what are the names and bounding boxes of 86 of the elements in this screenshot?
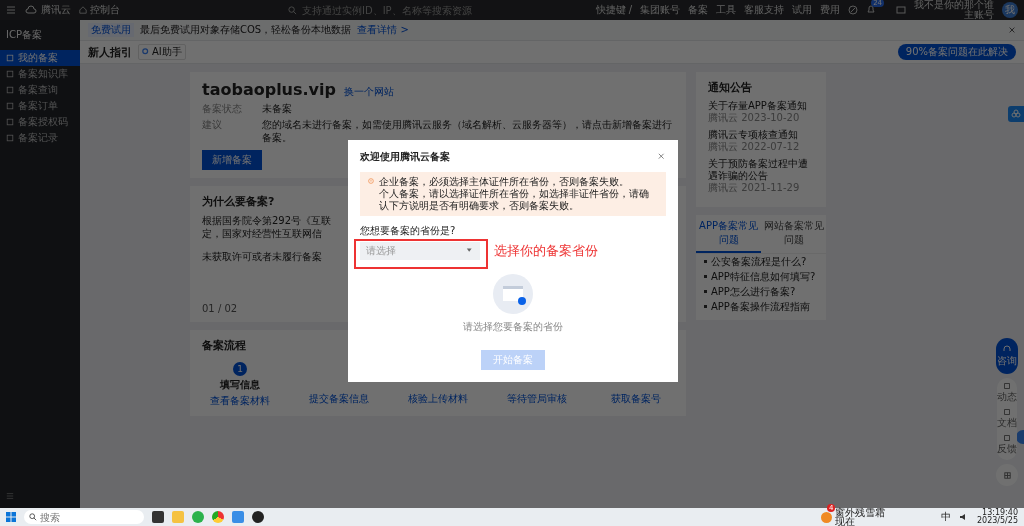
cloud-float-button[interactable] [1008, 106, 1024, 122]
info-text: 根据国务院令第292号《互联 [202, 214, 332, 227]
step-link[interactable]: 查看备案材料 [210, 394, 270, 408]
monitor-icon [896, 5, 907, 15]
province-select[interactable]: 请选择 [360, 242, 480, 260]
doc-icon [1003, 382, 1011, 390]
doc-icon [1003, 434, 1011, 442]
section-title: 备案流程 [202, 338, 246, 353]
chat-app-icon[interactable] [192, 511, 204, 523]
notice-link[interactable]: 腾讯云专项核查通知 [708, 129, 814, 141]
bullet-icon [704, 290, 707, 293]
bell-icon [866, 4, 877, 14]
field-value: 未备案 [262, 102, 292, 115]
nav-link[interactable]: 集团账号 [640, 3, 681, 17]
grid-button[interactable] [996, 464, 1018, 486]
nav-link[interactable]: 客服支持 [744, 3, 785, 17]
ime-indicator[interactable]: 中 [940, 510, 951, 524]
search-icon [29, 513, 37, 521]
page-title: 新人指引 [88, 44, 132, 60]
collapse-icon [6, 492, 14, 500]
search-icon [288, 5, 297, 15]
rail-button[interactable]: 反馈 [997, 432, 1017, 458]
taskbar-app-icon[interactable] [152, 511, 164, 523]
home-icon [79, 6, 87, 14]
windows-icon [6, 512, 16, 522]
folder-icon[interactable] [172, 511, 184, 523]
doc-icon [1003, 408, 1011, 416]
user-avatar[interactable]: 我 [1002, 2, 1018, 18]
faq-link[interactable]: 公安备案流程是什么? [711, 255, 807, 268]
step-title: 填写信息 [220, 378, 260, 392]
brand-logo[interactable]: 腾讯云 [24, 3, 71, 17]
bullet-icon [704, 305, 707, 308]
sidebar-item[interactable]: 我的备案 [0, 50, 80, 66]
cloud-icon [1011, 109, 1021, 119]
nav-link[interactable]: 费用 [820, 3, 841, 17]
faq-link[interactable]: APP怎么进行备案? [711, 285, 796, 298]
faq-link[interactable]: APP特征信息如何填写? [711, 270, 816, 283]
trial-tag: 免费试用 [88, 23, 134, 37]
pager-text: 01 / 02 [202, 303, 238, 314]
info-text: 未获取许可或者未履行备案 [202, 250, 322, 263]
player-icon[interactable] [252, 511, 264, 523]
field-value: 您的域名未进行备案，如需使用腾讯云服务（域名解析、云服务器等），请点击新增备案进行备案。 [262, 118, 673, 144]
rail-button[interactable]: 动态 [997, 380, 1017, 406]
cloud-app-icon[interactable] [232, 511, 244, 523]
bullet-icon [704, 275, 707, 278]
console-link[interactable]: 控制台 [79, 3, 120, 17]
close-icon [658, 152, 666, 161]
nav-link[interactable]: 备案 [688, 3, 709, 17]
warning-text: 个人备案，请以选择证件所在省份，如选择非证件省份，请确认下方说明是否有明确要求，否则备案失败。 [378, 188, 650, 212]
headset-icon [1002, 344, 1012, 354]
dialog-title: 欢迎使用腾讯云备案 [360, 150, 450, 164]
warning-icon [368, 176, 374, 186]
help-button[interactable]: 90%备案问题在此解决 [897, 44, 1016, 60]
sidebar-title: ICP备案 [5, 28, 43, 42]
info-text: 定，国家对经营性互联网信 [202, 227, 322, 240]
faq-tab[interactable]: 网站备案常见问题 [761, 215, 826, 253]
details-link[interactable]: 查看详情 > [357, 23, 409, 37]
brand-name: 腾讯云 [41, 3, 71, 17]
menu-icon [6, 5, 16, 15]
consult-button[interactable]: 咨询 [996, 338, 1018, 374]
assistant-button[interactable]: AI助手 [138, 44, 186, 60]
section-title: 为什么要备案? [202, 194, 275, 209]
taskbar-clock[interactable]: 13:19:40 2023/5/25 [976, 509, 1018, 525]
empty-state-icon [493, 274, 533, 314]
notice-link[interactable]: 关于存量APP备案通知 [708, 100, 814, 112]
nav-link[interactable]: 试用 [792, 3, 813, 17]
bullet-icon [704, 260, 707, 263]
new-filing-button[interactable]: 新增备案 [202, 150, 262, 170]
close-icon [1008, 26, 1016, 34]
taskbar-search[interactable]: 搜索 [24, 510, 144, 524]
notice-link[interactable]: 关于预防备案过程中遭遇诈骗的公告 [708, 158, 814, 182]
rail-button[interactable]: 文档 [997, 406, 1017, 432]
section-title: 通知公告 [708, 80, 752, 95]
empty-text: 请选择您要备案的省份 [463, 320, 563, 334]
domain-name: taobaoplus.vip [202, 80, 336, 99]
warning-text: 企业备案，必须选择主体证件所在省份，否则备案失败。 [378, 176, 630, 188]
step-number: 1 [233, 362, 247, 376]
browser-icon[interactable] [212, 511, 224, 523]
faq-link[interactable]: APP备案操作流程指南 [711, 300, 810, 313]
banner-text: 最后免费试用对象存储COS，轻松备份本地数据 [140, 23, 352, 37]
grid-icon [1002, 470, 1012, 480]
field-label: 您想要备案的省份是? [360, 224, 457, 238]
step-link[interactable]: 等待管局审核 [507, 392, 567, 406]
step-link[interactable]: 获取备案号 [611, 392, 661, 406]
annotation-text: 选择你的备案省份 [494, 242, 598, 260]
cloud-icon [24, 5, 38, 15]
